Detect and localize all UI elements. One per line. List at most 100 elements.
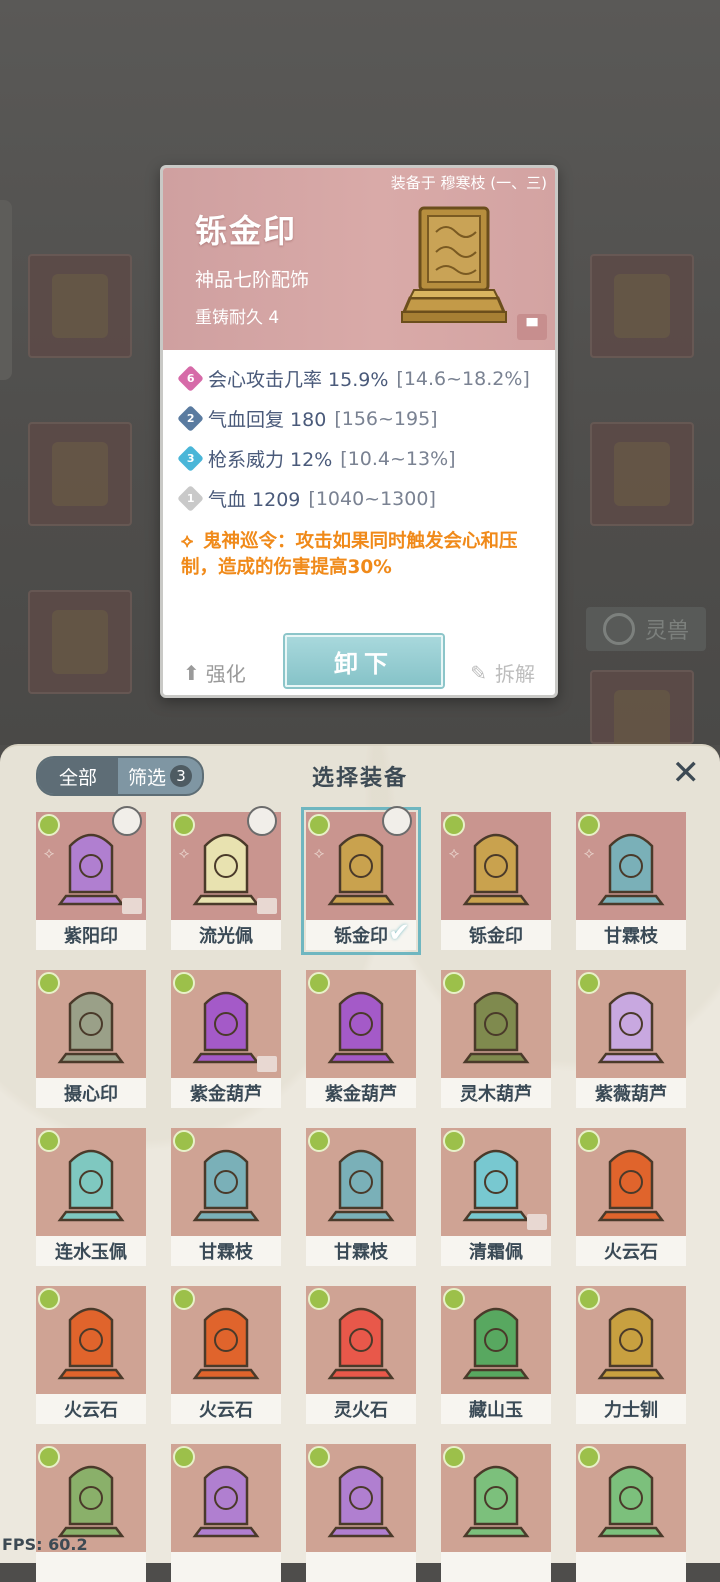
equipment-item[interactable] xyxy=(576,1444,686,1582)
quality-badge-icon xyxy=(308,1130,330,1152)
spirit-ring-icon xyxy=(602,613,635,645)
fire-stone-icon xyxy=(597,1149,665,1222)
item-title: 铄金印 xyxy=(195,212,298,250)
bg-equip-slot xyxy=(590,670,694,754)
stat-range: [14.6~18.2%] xyxy=(396,367,530,390)
equipment-item[interactable]: 藏山玉 xyxy=(441,1286,551,1424)
bg-equip-slot xyxy=(590,254,694,358)
equipment-item[interactable]: ⟡ 铄金印 ✔ xyxy=(301,806,421,955)
equipment-item[interactable]: 紫薇葫芦 xyxy=(576,970,686,1108)
dragon-ornament-icon xyxy=(57,1465,125,1538)
equipment-item[interactable]: ⟡ 铄金印 xyxy=(441,812,551,950)
item-name: 紫薇葫芦 xyxy=(576,1078,686,1108)
special-effect-icon: ⟡ xyxy=(181,531,194,552)
quality-badge-icon xyxy=(38,972,60,994)
willow-branch-icon xyxy=(192,1149,260,1222)
purple-gourd-icon xyxy=(192,991,260,1064)
item-name: 力士钏 xyxy=(576,1394,686,1424)
equipment-item[interactable]: ⟡ 甘霖枝 xyxy=(576,812,686,950)
item-name xyxy=(576,1552,686,1582)
quality-badge-icon xyxy=(578,972,600,994)
equipped-avatar-icon xyxy=(247,806,277,836)
item-name: 藏山玉 xyxy=(441,1394,551,1424)
quality-badge-icon xyxy=(308,1288,330,1310)
quality-badge-icon xyxy=(38,1288,60,1310)
left-edge-tab xyxy=(0,200,12,380)
item-name: 灵火石 xyxy=(306,1394,416,1424)
item-name: 甘霖枝 xyxy=(306,1236,416,1266)
equipment-item[interactable]: 灵木葫芦 xyxy=(441,970,551,1108)
quality-badge-icon xyxy=(38,1130,60,1152)
jade-dragon-icon xyxy=(597,1465,665,1538)
fire-stone-icon xyxy=(57,1307,125,1380)
locked-tag-icon xyxy=(122,898,142,914)
equipment-item[interactable] xyxy=(441,1444,551,1582)
item-name xyxy=(36,1552,146,1582)
equipment-item[interactable]: 力士钏 xyxy=(576,1286,686,1424)
locked-tag-icon xyxy=(257,1056,277,1072)
equipment-item[interactable]: 火云石 xyxy=(576,1128,686,1266)
item-name: 紫金葫芦 xyxy=(306,1078,416,1108)
equipped-on-label: 装备于 穆寒枝 (一、三) xyxy=(390,174,547,192)
bg-equip-slot xyxy=(28,254,132,358)
enhance-button[interactable]: ⬆ 强化 xyxy=(183,658,246,687)
item-name: 火云石 xyxy=(576,1236,686,1266)
quality-badge-icon xyxy=(443,1130,465,1152)
equipment-item[interactable]: 甘霖枝 xyxy=(306,1128,416,1266)
gold-seal-icon xyxy=(401,206,507,323)
item-name xyxy=(306,1552,416,1582)
close-icon[interactable]: ✕ xyxy=(672,756,701,790)
stat-text: 气血 1209 xyxy=(208,489,301,511)
unequip-button[interactable]: 卸下 xyxy=(285,635,443,687)
spirit-beast-tab-label: 灵兽 xyxy=(644,619,689,644)
quality-badge-icon xyxy=(173,1288,195,1310)
purple-gourd-icon xyxy=(327,991,395,1064)
equipment-item[interactable]: 火云石 xyxy=(171,1286,281,1424)
equipment-item[interactable] xyxy=(171,1444,281,1582)
card-header: 装备于 穆寒枝 (一、三) 铄金印 神品七阶配饰 重铸耐久 4 ▀ xyxy=(163,168,555,350)
equipment-item[interactable]: 清霜佩 xyxy=(441,1128,551,1266)
dismantle-button[interactable]: ✎ 拆解 xyxy=(470,658,535,687)
selected-check-icon: ✔ xyxy=(388,918,410,948)
mountain-jade-icon xyxy=(462,1307,530,1380)
item-name: 甘霖枝 xyxy=(171,1236,281,1266)
equipment-item[interactable]: 紫金葫芦 xyxy=(171,970,281,1108)
equipment-item[interactable]: ⟡ 紫阳印 xyxy=(36,806,146,950)
equipment-item[interactable] xyxy=(36,1444,146,1582)
item-name: 铄金印 xyxy=(441,920,551,950)
item-name xyxy=(441,1552,551,1582)
quality-badge-icon xyxy=(173,972,195,994)
jade-ring-icon xyxy=(57,1149,125,1222)
violet-seal-icon xyxy=(57,991,125,1064)
stat-text: 枪系威力 12% xyxy=(208,449,333,471)
equipment-item[interactable]: ⟡ 流光佩 xyxy=(171,806,281,950)
dismantle-icon: ✎ xyxy=(470,660,487,685)
gold-bracelet-icon xyxy=(597,1307,665,1380)
quality-badge-icon xyxy=(443,814,465,836)
rank-gem-icon: 1 xyxy=(177,485,204,512)
swirl-pendant-icon xyxy=(192,833,260,906)
quality-badge-icon xyxy=(173,1130,195,1152)
equipment-item[interactable]: 灵火石 xyxy=(306,1286,416,1424)
quality-badge-icon xyxy=(308,972,330,994)
equipment-item[interactable] xyxy=(306,1444,416,1582)
item-detail-card: 装备于 穆寒枝 (一、三) 铄金印 神品七阶配饰 重铸耐久 4 ▀ 6 会心攻击… xyxy=(160,165,558,698)
equipment-item[interactable]: 甘霖枝 xyxy=(171,1128,281,1266)
equipment-item[interactable]: 连水玉佩 xyxy=(36,1128,146,1266)
stat-row: 3 枪系威力 12% [10.4~13%] xyxy=(177,445,456,472)
bound-mark-icon: ⟡ xyxy=(313,843,325,862)
item-name: 火云石 xyxy=(171,1394,281,1424)
gold-seal-icon xyxy=(462,833,530,906)
equipment-item[interactable]: 摄心印 xyxy=(36,970,146,1108)
item-name: 紫阳印 xyxy=(36,920,146,950)
rank-gem-icon: 6 xyxy=(177,365,204,392)
lock-toggle-button[interactable]: ▀ xyxy=(517,314,547,340)
quality-badge-icon xyxy=(38,814,60,836)
stat-row: 2 气血回复 180 [156~195] xyxy=(177,405,438,432)
dismantle-label: 拆解 xyxy=(495,662,535,686)
willow-branch-icon xyxy=(597,833,665,906)
equipment-item[interactable]: 火云石 xyxy=(36,1286,146,1424)
item-name: 清霜佩 xyxy=(441,1236,551,1266)
equipment-item[interactable]: 紫金葫芦 xyxy=(306,970,416,1108)
equipped-avatar-icon xyxy=(382,806,412,836)
